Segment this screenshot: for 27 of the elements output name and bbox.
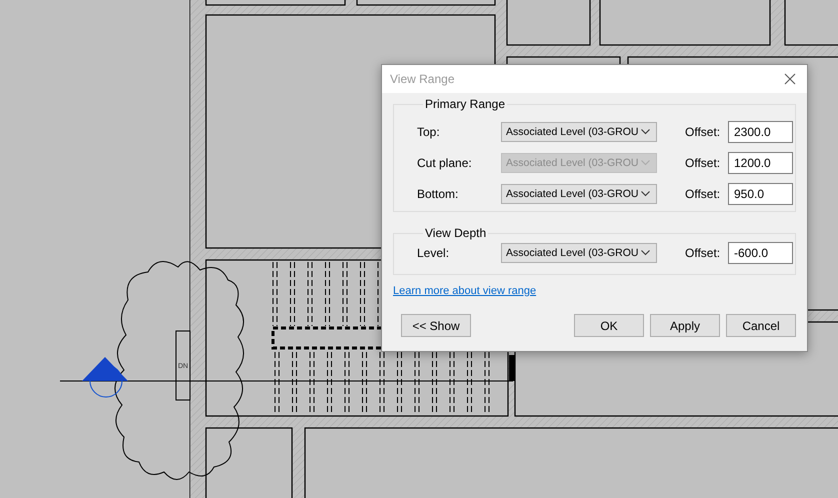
dialog-button[interactable]: OK [574, 314, 644, 337]
close-icon[interactable] [784, 73, 796, 85]
level-dropdown[interactable]: Associated Level (03-GROU [501, 184, 657, 204]
group-title: Primary Range [424, 97, 506, 111]
level-dropdown[interactable]: Associated Level (03-GROU [501, 122, 657, 142]
offset-field[interactable]: 2300.0 [728, 121, 793, 143]
help-link[interactable]: Learn more about view range [393, 285, 536, 297]
offset-label: Offset: [685, 187, 722, 201]
chevron-down-icon [641, 160, 650, 166]
offset-label: Offset: [685, 246, 722, 260]
offset-field[interactable]: -600.0 [728, 242, 793, 264]
chevron-down-icon [641, 250, 650, 256]
show-button[interactable]: << Show [401, 314, 471, 337]
field-label: Cut plane: [417, 156, 473, 170]
offset-label: Offset: [685, 156, 722, 170]
window-title: View Range [390, 72, 454, 86]
level-dropdown[interactable]: Associated Level (03-GROU [501, 243, 657, 263]
field-label: Bottom: [417, 187, 460, 201]
dialog-button[interactable]: Apply [650, 314, 720, 337]
group-title: View Depth [424, 226, 488, 240]
chevron-down-icon [641, 191, 650, 197]
offset-field[interactable]: 950.0 [728, 183, 793, 205]
field-label: Level: [417, 246, 450, 260]
field-label: Top: [417, 125, 441, 139]
chevron-down-icon [641, 129, 650, 135]
dialog-button[interactable]: Cancel [726, 314, 796, 337]
offset-label: Offset: [685, 125, 722, 139]
